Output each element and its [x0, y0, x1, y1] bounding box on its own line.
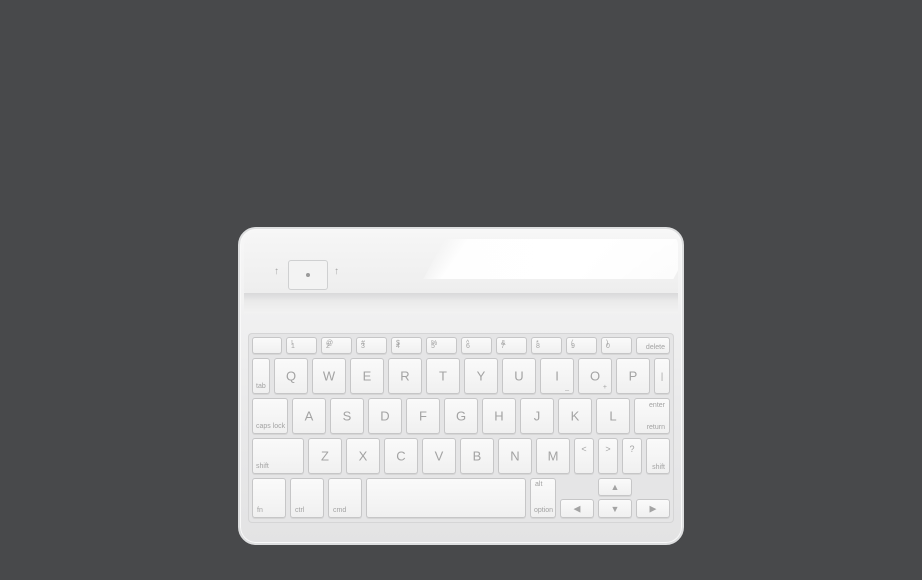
key-e[interactable]: E: [350, 358, 384, 394]
key-y[interactable]: Y: [464, 358, 498, 394]
key-8[interactable]: * 8: [531, 337, 562, 354]
key-z[interactable]: Z: [308, 438, 342, 474]
key-a[interactable]: A: [292, 398, 326, 434]
key-4[interactable]: $ 4: [391, 337, 422, 354]
key-space[interactable]: [366, 478, 526, 518]
key-shift-right[interactable]: shift: [646, 438, 670, 474]
key-arrow-up[interactable]: ▲: [598, 478, 632, 496]
power-button[interactable]: [288, 260, 328, 290]
key-delete[interactable]: delete: [636, 337, 670, 354]
gloss-highlight: [423, 239, 678, 279]
keyboard-area: ! 1 @ 2 # 3 $ 4 % 5 ^ 6 & 7 * 8 (9) 0 …: [248, 333, 674, 523]
key-6[interactable]: ^ 6: [461, 337, 492, 354]
key-0[interactable]: ) 0: [601, 337, 632, 354]
arrow-down-icon: ▼: [610, 503, 620, 514]
arrow-left-icon: ◀: [573, 503, 581, 513]
key-g[interactable]: G: [444, 398, 478, 434]
key-period[interactable]: >: [598, 438, 618, 474]
key-2[interactable]: @ 2: [321, 337, 352, 354]
key-o[interactable]: O +: [578, 358, 612, 394]
key-pipe[interactable]: |: [654, 358, 670, 394]
key-j[interactable]: J: [520, 398, 554, 434]
arrow-up-icon: ↑: [274, 266, 279, 277]
arrow-up-icon: ↑: [334, 266, 339, 277]
key-c[interactable]: C: [384, 438, 418, 474]
key-h[interactable]: H: [482, 398, 516, 434]
tablet-dock-bar: ↑ ↑: [244, 233, 678, 293]
key-f[interactable]: F: [406, 398, 440, 434]
dock-lip: [244, 293, 678, 313]
key-shift-left[interactable]: shift: [252, 438, 304, 474]
key-1[interactable]: ! 1: [286, 337, 317, 354]
arrow-right-icon: ▶: [649, 503, 657, 513]
key-cmd[interactable]: cmd: [328, 478, 362, 518]
key-arrow-right[interactable]: ▶: [636, 499, 670, 518]
key-b[interactable]: B: [460, 438, 494, 474]
key-7[interactable]: & 7: [496, 337, 527, 354]
key-fn[interactable]: fn: [252, 478, 286, 518]
key-arrow-down[interactable]: ▼: [598, 499, 632, 518]
key-t[interactable]: T: [426, 358, 460, 394]
key-enter[interactable]: enter return: [634, 398, 670, 434]
key-tab[interactable]: tab: [252, 358, 270, 394]
key-5[interactable]: % 5: [426, 337, 457, 354]
keyboard-case: ↑ ↑ ! 1 @ 2 # 3 $ 4 % 5 ^ 6 & 7 * 8 (9 …: [238, 227, 684, 545]
key-r[interactable]: R: [388, 358, 422, 394]
key-i[interactable]: I _: [540, 358, 574, 394]
key-v[interactable]: V: [422, 438, 456, 474]
key-d[interactable]: D: [368, 398, 402, 434]
key-comma[interactable]: <: [574, 438, 594, 474]
power-indicator-icon: [306, 273, 310, 277]
key-x[interactable]: X: [346, 438, 380, 474]
key-p[interactable]: P: [616, 358, 650, 394]
key-u[interactable]: U: [502, 358, 536, 394]
key-caps-lock[interactable]: caps lock: [252, 398, 288, 434]
key-escape[interactable]: [252, 337, 282, 354]
arrow-up-icon: ▲: [610, 482, 620, 492]
key-q[interactable]: Q: [274, 358, 308, 394]
key-w[interactable]: W: [312, 358, 346, 394]
key-option[interactable]: alt option: [530, 478, 556, 518]
key-slash[interactable]: ?: [622, 438, 642, 474]
key-3[interactable]: # 3: [356, 337, 387, 354]
key-l[interactable]: L: [596, 398, 630, 434]
key-k[interactable]: K: [558, 398, 592, 434]
key-ctrl[interactable]: ctrl: [290, 478, 324, 518]
key-n[interactable]: N: [498, 438, 532, 474]
key-s[interactable]: S: [330, 398, 364, 434]
key-arrow-left[interactable]: ◀: [560, 499, 594, 518]
key-m[interactable]: M: [536, 438, 570, 474]
key-9[interactable]: ( 9: [566, 337, 597, 354]
